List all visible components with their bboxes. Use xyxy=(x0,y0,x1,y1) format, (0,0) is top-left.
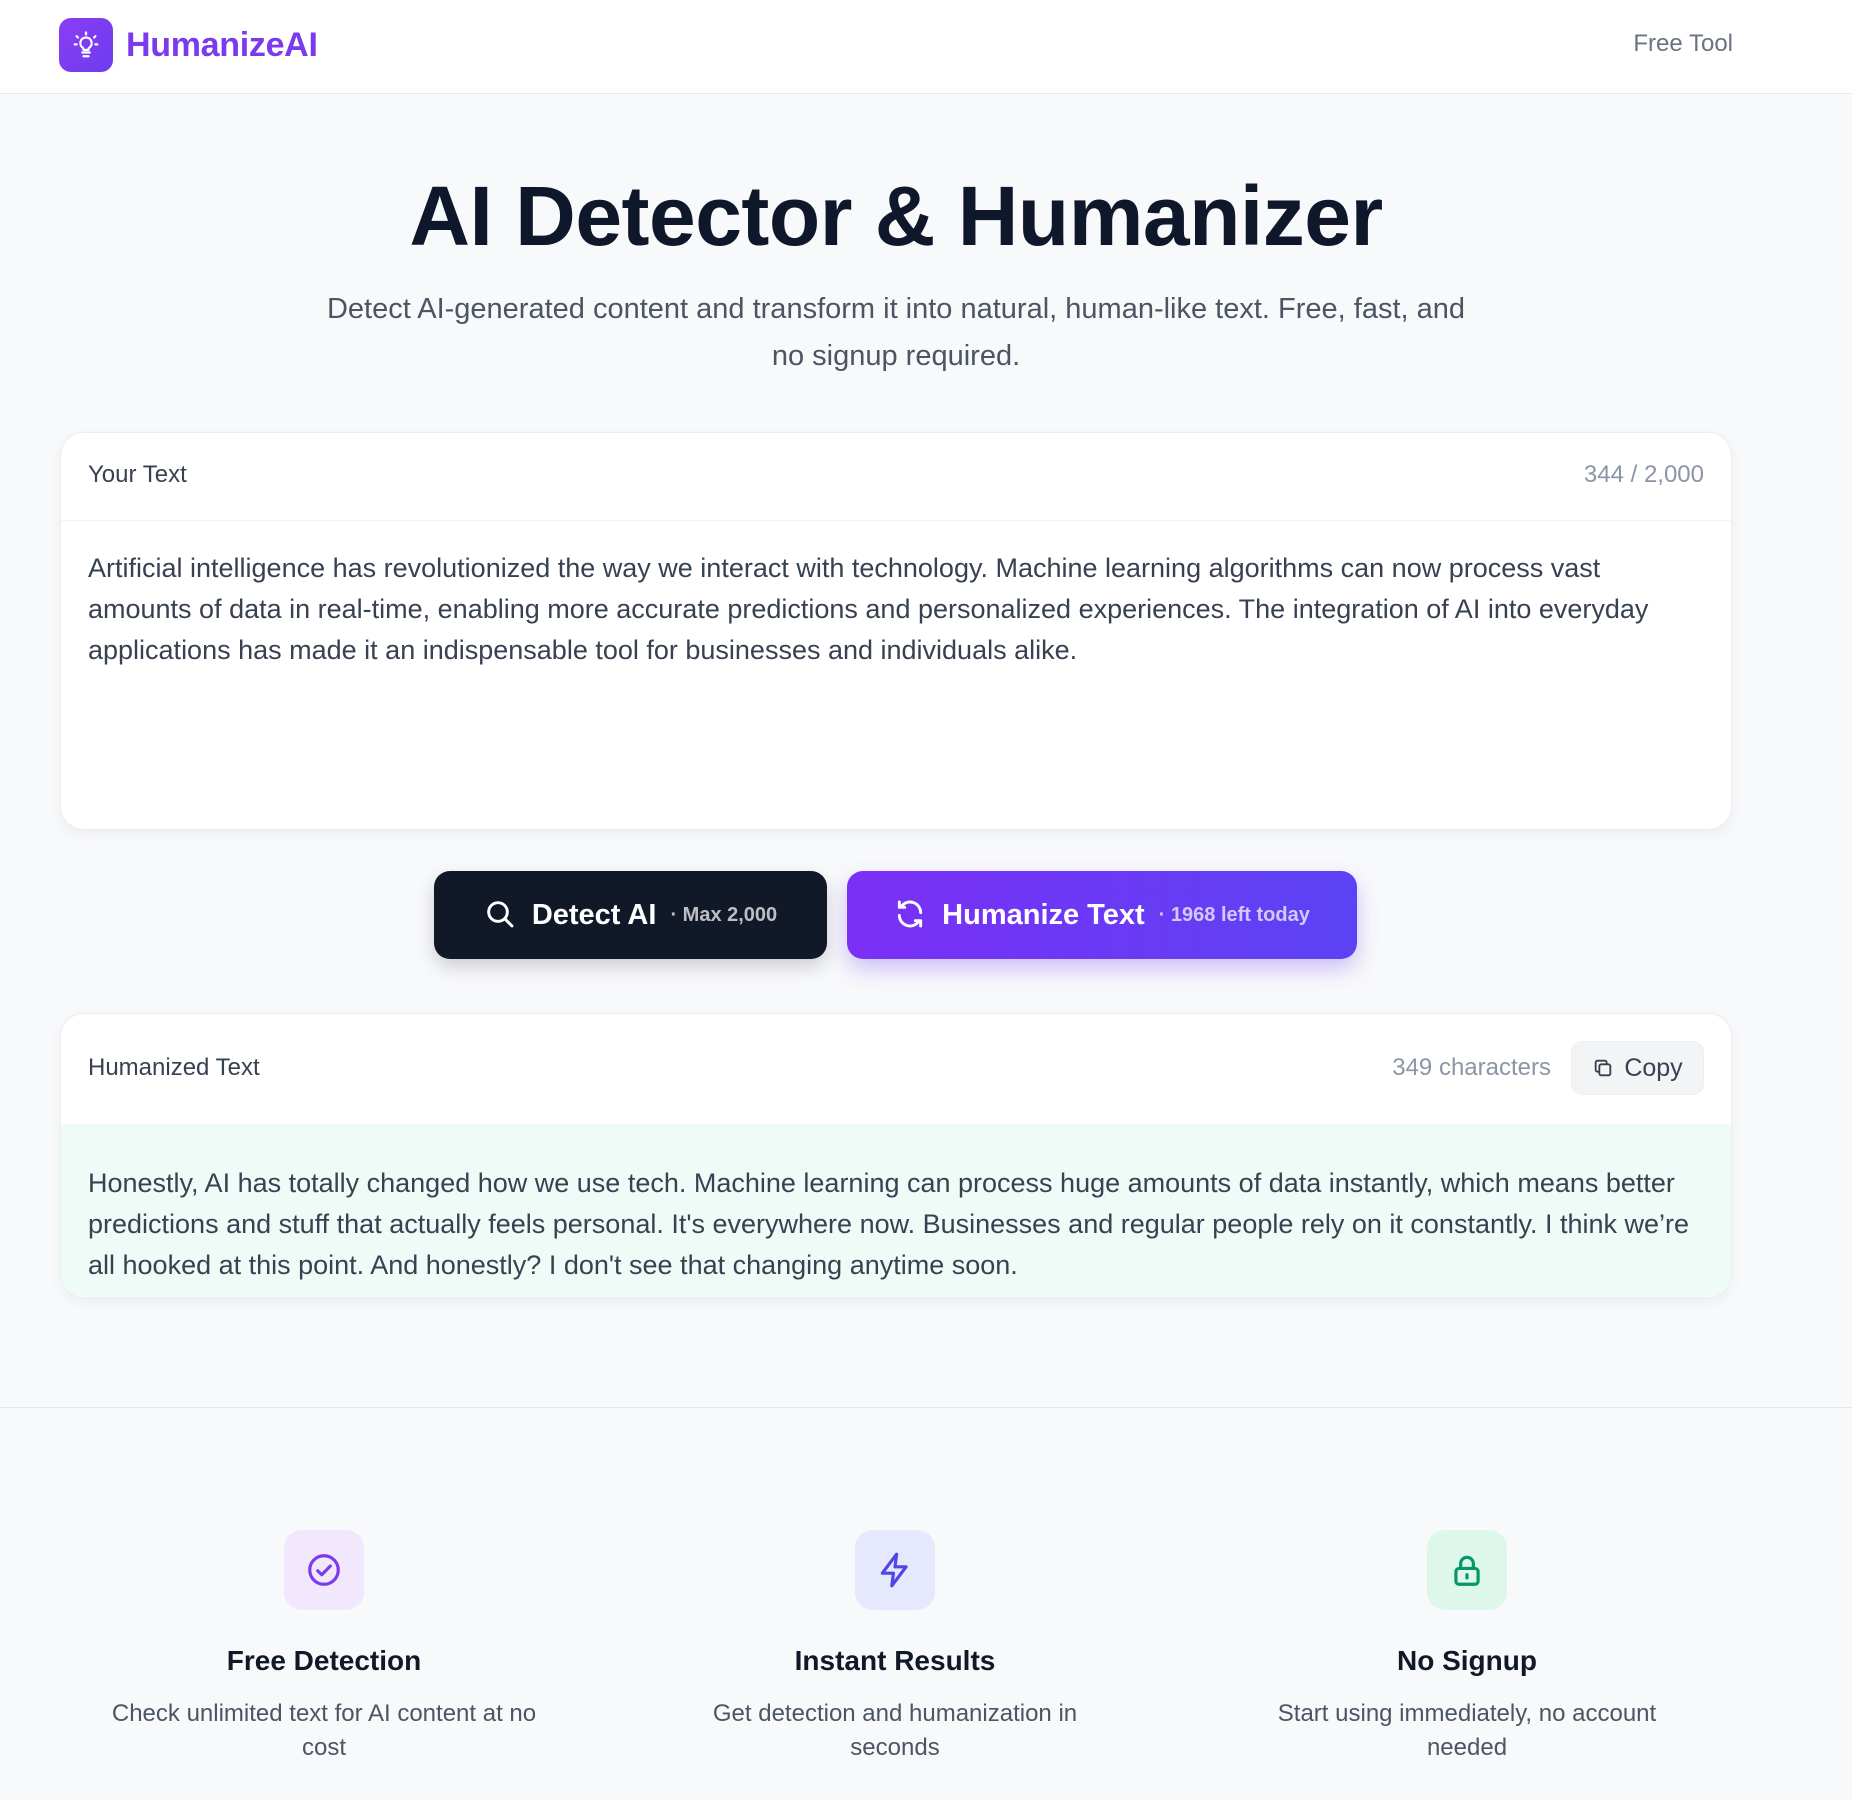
input-card-header: Your Text 344 / 2,000 xyxy=(61,433,1731,521)
feature-description: Check unlimited text for AI content at n… xyxy=(111,1700,537,1761)
humanized-text: Honestly, AI has totally changed how we … xyxy=(88,1168,1690,1280)
top-navigation-bar: HumanizeAI Free Tool xyxy=(0,0,1852,94)
feature-title: Free Detection xyxy=(226,1645,422,1676)
brand-name: HumanizeAI xyxy=(126,25,318,64)
character-counter: 344 / 2,000 xyxy=(1583,461,1704,488)
search-icon xyxy=(484,898,516,933)
brand[interactable]: HumanizeAI xyxy=(59,18,318,72)
feature-title: No Signup xyxy=(1397,1645,1537,1676)
output-card-header: Humanized Text 349 characters Copy xyxy=(61,1014,1731,1124)
feature-title: Instant Results xyxy=(794,1645,996,1676)
lightbulb-icon xyxy=(59,18,113,72)
humanize-remaining: · 1968 left today xyxy=(1158,903,1310,926)
detect-ai-button[interactable]: Detect AI · Max 2,000 xyxy=(434,871,827,959)
output-character-count: 349 characters xyxy=(1392,1054,1551,1081)
feature-description: Get detection and humanization in second… xyxy=(712,1700,1078,1761)
detect-ai-limit: · Max 2,000 xyxy=(670,903,778,926)
text-input-area[interactable]: Artificial intelligence has revolutioniz… xyxy=(88,548,1671,671)
free-tool-link[interactable]: Free Tool xyxy=(1633,30,1733,58)
output-label: Humanized Text xyxy=(88,1054,260,1081)
feature-description: Start using immediately, no account need… xyxy=(1277,1700,1657,1761)
copy-button[interactable]: Copy xyxy=(1571,1041,1704,1095)
input-text-card: Your Text 344 / 2,000 Artificial intelli… xyxy=(60,432,1732,830)
input-label: Your Text xyxy=(88,461,187,488)
page-subtitle: Detect AI-generated content and transfor… xyxy=(326,293,1466,372)
check-circle-icon xyxy=(284,1530,364,1610)
lock-icon xyxy=(1427,1530,1507,1610)
page-title: AI Detector & Humanizer xyxy=(409,169,1383,263)
humanize-text-button[interactable]: Humanize Text · 1968 left today xyxy=(847,871,1357,959)
copy-label: Copy xyxy=(1624,1053,1683,1082)
lightning-icon xyxy=(855,1530,935,1610)
copy-icon xyxy=(1595,1059,1612,1077)
feature-no-signup: No Signup Start using immediately, no ac… xyxy=(1237,1530,1697,1765)
detect-ai-label: Detect AI xyxy=(531,898,657,931)
feature-instant-results: Instant Results Get detection and humani… xyxy=(665,1530,1125,1765)
feature-free-detection: Free Detection Check unlimited text for … xyxy=(94,1530,554,1765)
section-divider xyxy=(0,1407,1852,1408)
refresh-icon xyxy=(894,898,926,933)
humanize-text-label: Humanize Text xyxy=(942,898,1145,931)
humanized-text-card: Humanized Text 349 characters Copy Hones… xyxy=(60,1013,1732,1298)
humanized-text-body: Honestly, AI has totally changed how we … xyxy=(61,1124,1731,1297)
